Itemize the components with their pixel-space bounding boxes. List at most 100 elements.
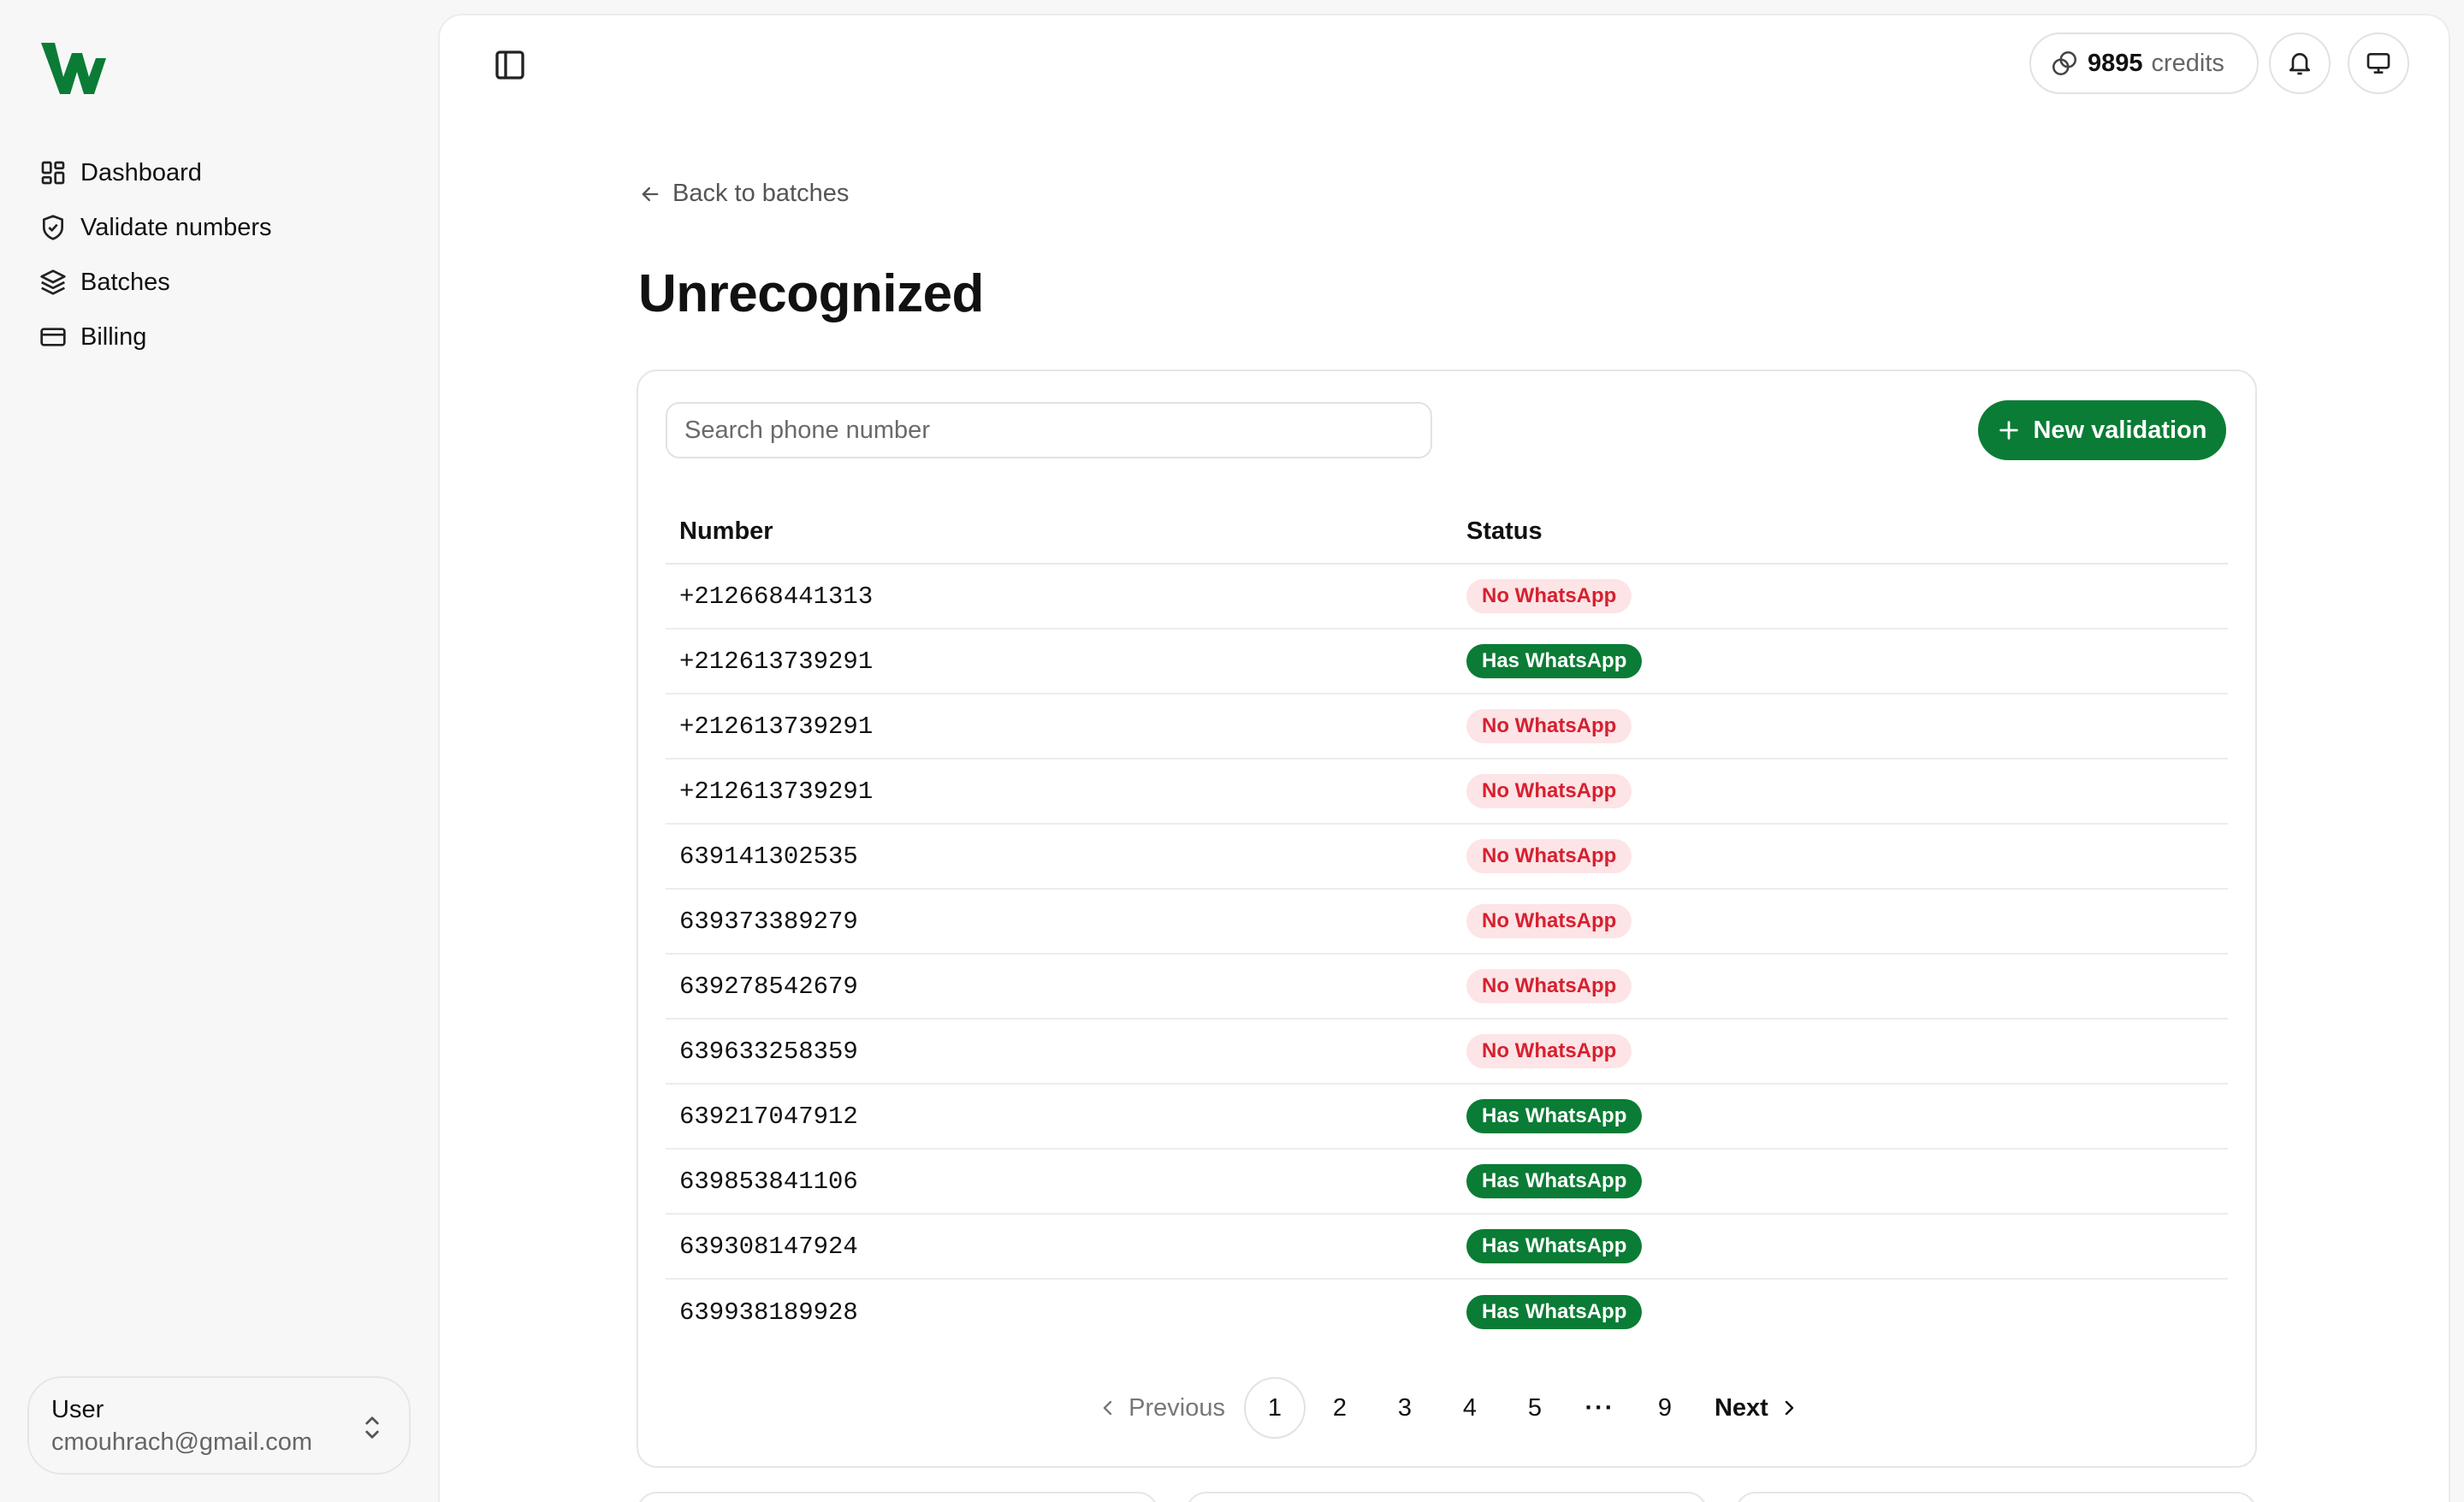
phone-number: +212613739291 — [679, 712, 874, 741]
column-header-status: Status — [1466, 517, 1543, 545]
sidebar-toggle-icon[interactable] — [493, 48, 527, 82]
status-cell: Has WhatsApp — [1466, 1164, 2228, 1198]
table-row: +212613739291 Has WhatsApp — [666, 630, 2228, 695]
sidebar-item-dashboard[interactable]: Dashboard — [39, 145, 272, 200]
summary-card — [1735, 1492, 2257, 1502]
page-button[interactable]: 5 — [1504, 1377, 1566, 1439]
status-badge: Has WhatsApp — [1466, 1164, 1643, 1198]
page-numbers: 12345 — [1243, 1377, 1566, 1439]
status-cell: No WhatsApp — [1466, 969, 2228, 1003]
status-cell: Has WhatsApp — [1466, 1295, 2228, 1329]
page-button[interactable]: 4 — [1439, 1377, 1501, 1439]
sidebar-item-batches[interactable]: Batches — [39, 255, 272, 310]
phone-number: 639853841106 — [679, 1167, 858, 1196]
pagination: Previous 12345 ··· 9 Next — [638, 1377, 2259, 1439]
phone-number: 639217047912 — [679, 1102, 858, 1131]
credits-value: 9895 — [2088, 49, 2143, 77]
next-label: Next — [1714, 1393, 1768, 1422]
new-validation-button[interactable]: New validation — [1978, 400, 2226, 460]
summary-card — [1186, 1492, 1708, 1502]
status-badge: No WhatsApp — [1466, 1034, 1632, 1068]
user-email: cmouhrach@gmail.com — [51, 1428, 313, 1456]
status-cell: Has WhatsApp — [1466, 644, 2228, 678]
status-badge: No WhatsApp — [1466, 709, 1632, 743]
phone-number: 639308147924 — [679, 1232, 858, 1261]
display-button[interactable] — [2348, 33, 2409, 94]
status-cell: Has WhatsApp — [1466, 1099, 2228, 1133]
back-link-label: Back to batches — [672, 180, 850, 207]
status-cell: No WhatsApp — [1466, 1034, 2228, 1068]
column-header-number: Number — [679, 517, 773, 545]
chevron-up-down-icon — [365, 1416, 379, 1439]
notifications-button[interactable] — [2269, 33, 2331, 94]
layers-icon — [40, 269, 66, 295]
sidebar-item-label: Batches — [80, 268, 170, 296]
shield-check-icon — [43, 215, 63, 240]
sidebar-item-billing[interactable]: Billing — [39, 310, 272, 364]
dashboard-icon — [41, 161, 65, 185]
status-cell: Has WhatsApp — [1466, 1229, 2228, 1263]
summary-card — [637, 1492, 1158, 1502]
app-root: Dashboard Validate numbers Batches Billi… — [0, 0, 2464, 1502]
table-row: 639853841106 Has WhatsApp — [666, 1150, 2228, 1215]
table-row: 639308147924 Has WhatsApp — [666, 1215, 2228, 1280]
table-row: +212613739291 No WhatsApp — [666, 695, 2228, 760]
chevron-left-icon — [1103, 1400, 1112, 1416]
sidebar-item-label: Validate numbers — [80, 213, 272, 241]
sidebar-item-label: Dashboard — [80, 158, 202, 186]
credits-badge[interactable]: 9895 credits — [2029, 33, 2259, 94]
phone-number: 639938189928 — [679, 1298, 858, 1327]
phone-number: +212613739291 — [679, 777, 874, 806]
next-page-button[interactable]: Next — [1699, 1377, 1815, 1439]
bell-icon — [2289, 53, 2310, 75]
plus-icon — [1999, 421, 2019, 440]
credits-label: credits — [2151, 49, 2224, 77]
status-cell: No WhatsApp — [1466, 709, 2228, 743]
phone-number: 639633258359 — [679, 1037, 858, 1066]
table-row: +212668441313 No WhatsApp — [666, 565, 2228, 630]
table-row: 639141302535 No WhatsApp — [666, 825, 2228, 890]
monitor-icon — [2366, 52, 2390, 74]
status-cell: No WhatsApp — [1466, 579, 2228, 613]
page-button[interactable]: 3 — [1374, 1377, 1436, 1439]
status-badge: Has WhatsApp — [1466, 1099, 1643, 1133]
arrow-left-icon — [642, 186, 659, 201]
status-cell: No WhatsApp — [1466, 904, 2228, 938]
user-menu[interactable]: User cmouhrach@gmail.com — [27, 1376, 411, 1475]
previous-page-button[interactable]: Previous — [1082, 1377, 1241, 1439]
status-badge: Has WhatsApp — [1466, 644, 1643, 678]
new-validation-label: New validation — [2033, 416, 2207, 444]
pagination-ellipsis: ··· — [1584, 1393, 1615, 1422]
previous-label: Previous — [1128, 1393, 1225, 1422]
sidebar-item-validate-numbers[interactable]: Validate numbers — [39, 200, 272, 255]
phone-number: +212613739291 — [679, 647, 874, 676]
status-badge: No WhatsApp — [1466, 774, 1632, 808]
status-badge: Has WhatsApp — [1466, 1295, 1643, 1329]
status-badge: Has WhatsApp — [1466, 1229, 1643, 1263]
page-button[interactable]: 2 — [1309, 1377, 1371, 1439]
table-row: +212613739291 No WhatsApp — [666, 760, 2228, 825]
sidebar-item-label: Billing — [80, 322, 147, 351]
status-badge: No WhatsApp — [1466, 969, 1632, 1003]
search-input[interactable] — [666, 402, 1432, 458]
sidebar: Dashboard Validate numbers Batches Billi… — [0, 0, 438, 1502]
page-button[interactable]: 1 — [1243, 1377, 1306, 1439]
phone-number: 639278542679 — [679, 972, 858, 1001]
main-panel: 9895 credits Back to batches Unrecognize… — [438, 14, 2450, 1502]
table-header: Number Status — [666, 500, 2228, 565]
table-row: 639633258359 No WhatsApp — [666, 1020, 2228, 1085]
results-card: New validation Number Status +2126684413… — [637, 370, 2257, 1468]
credit-card-icon — [40, 328, 66, 346]
phone-number: 639141302535 — [679, 842, 858, 871]
phone-number: +212668441313 — [679, 582, 874, 611]
page-button[interactable]: 9 — [1634, 1377, 1696, 1439]
status-badge: No WhatsApp — [1466, 839, 1632, 873]
status-badge: No WhatsApp — [1466, 904, 1632, 938]
app-logo[interactable] — [39, 39, 108, 98]
table-body: +212668441313 No WhatsApp +212613739291 Has… — [666, 565, 2228, 1345]
back-to-batches-link[interactable]: Back to batches — [638, 180, 849, 208]
status-badge: No WhatsApp — [1466, 579, 1632, 613]
table-row: 639278542679 No WhatsApp — [666, 955, 2228, 1020]
sidebar-nav: Dashboard Validate numbers Batches Billi… — [39, 145, 272, 364]
phone-number: 639373389279 — [679, 907, 858, 936]
